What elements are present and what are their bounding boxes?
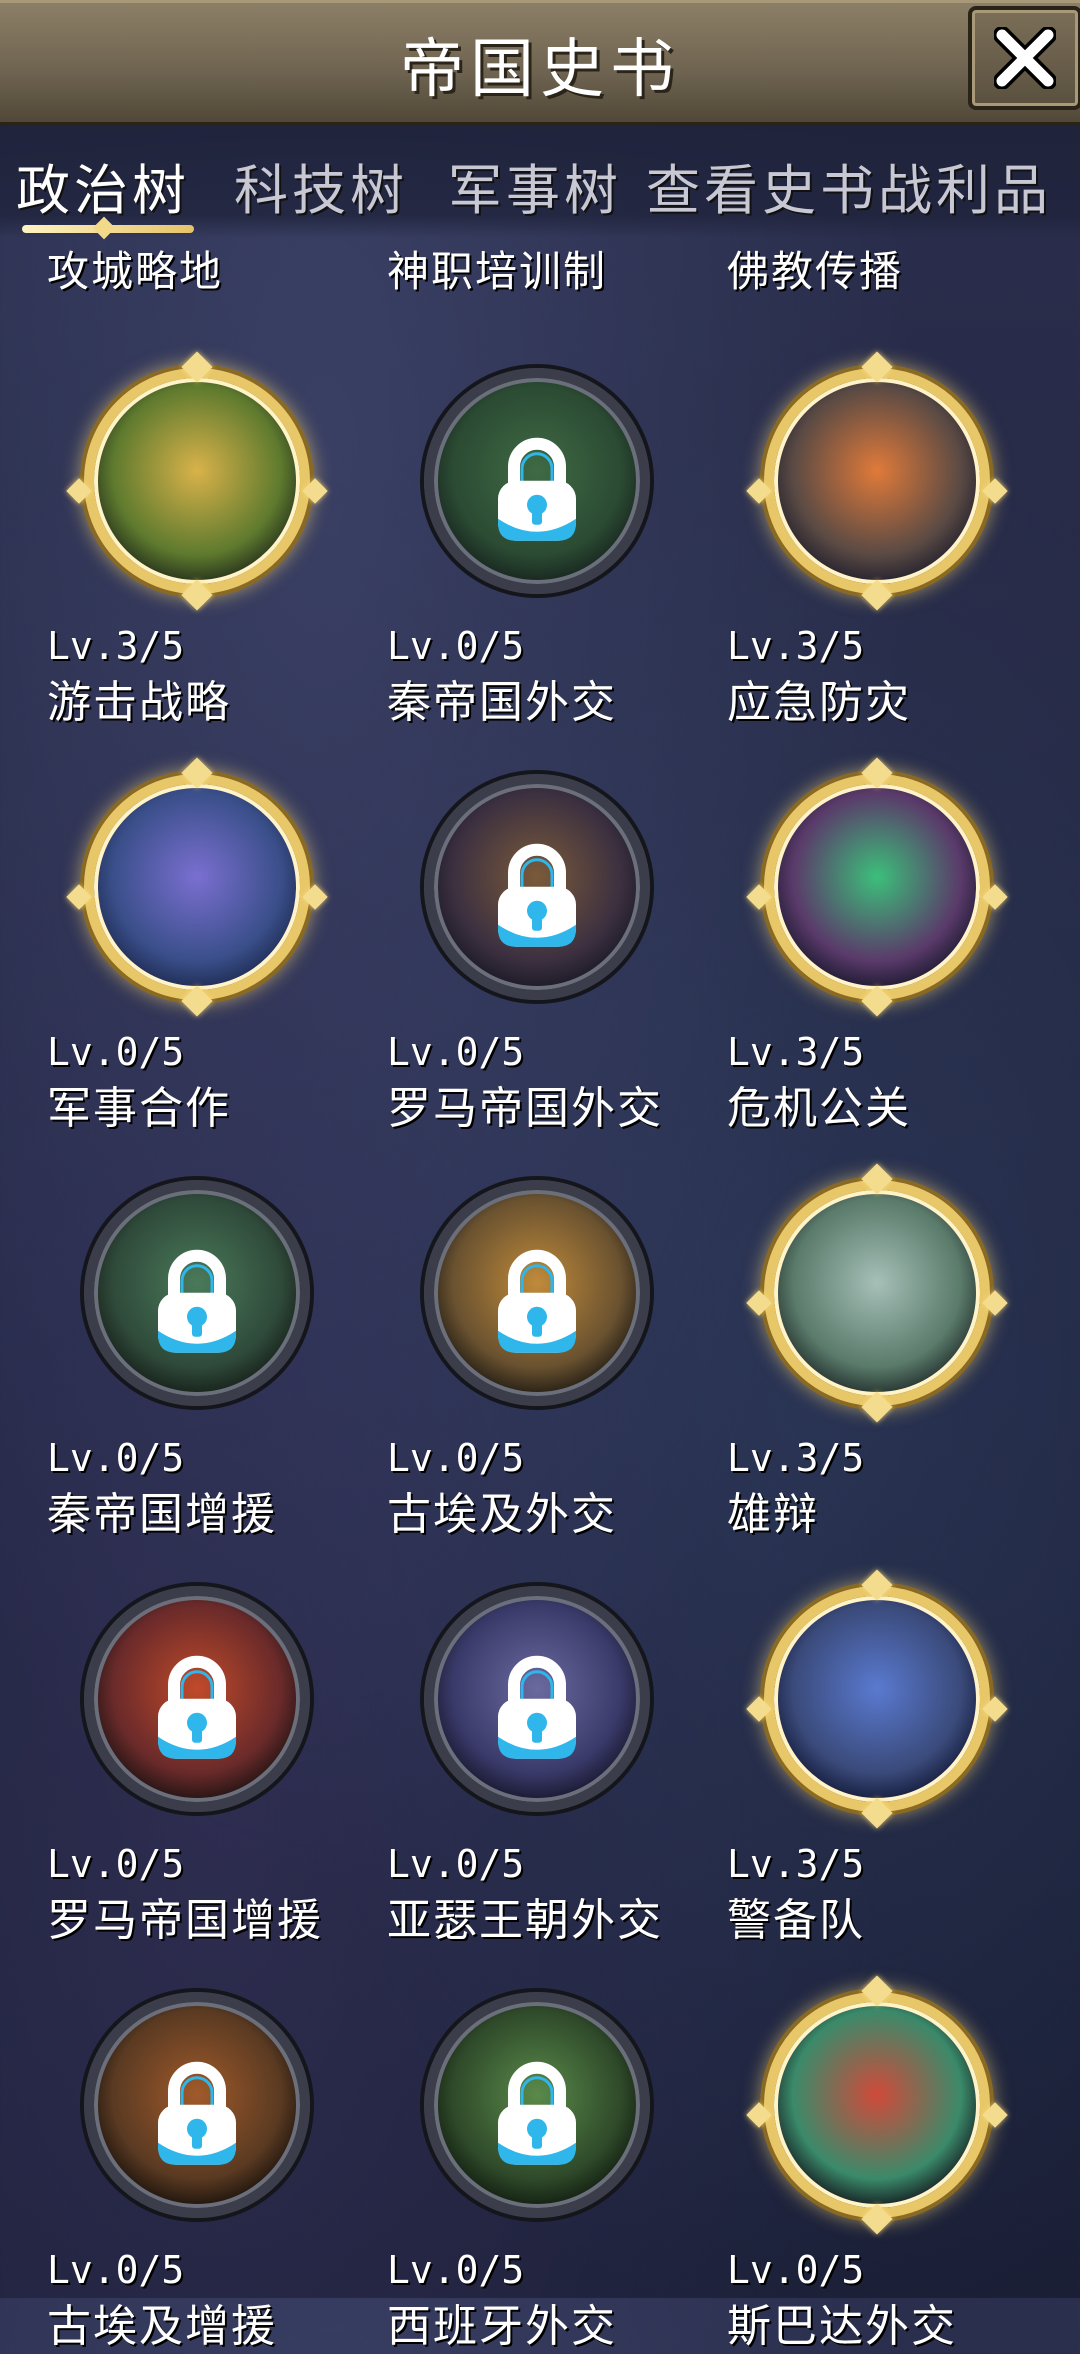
- skill-name: 雄辩: [727, 1489, 819, 1540]
- skill-level: Lv.3/5: [47, 624, 185, 668]
- skill-name: 游击战略: [47, 677, 231, 728]
- skill-badge[interactable]: [746, 774, 1008, 1000]
- skill-level: Lv.0/5: [47, 1030, 185, 1074]
- frame-spike-right: [982, 2102, 1008, 2128]
- skill-name: 古埃及外交: [387, 1489, 617, 1540]
- skill-badge[interactable]: [746, 1586, 1008, 1812]
- title-bar: 帝国史书: [0, 0, 1080, 126]
- skill-badge[interactable]: [746, 1180, 1008, 1406]
- close-button[interactable]: [968, 6, 1080, 110]
- frame-spike-left: [746, 2102, 772, 2128]
- lock-icon: [498, 1249, 576, 1353]
- lock-icon: [158, 1249, 236, 1353]
- skill-level: Lv.0/5: [47, 1842, 185, 1886]
- tab-history-spoils[interactable]: 查看史书战利品: [646, 146, 1052, 225]
- skill-level: Lv.0/5: [47, 2248, 185, 2292]
- skill-name: 应急防灾: [727, 677, 911, 728]
- skill-grid: 攻城略地 神职培训制 佛教传播 Lv.3/5 游击战略 Lv.0/5 秦帝国外交 Lv.…: [0, 238, 1080, 2352]
- skill-name: 西班牙外交: [387, 2301, 617, 2352]
- tab-technology[interactable]: 科技树: [234, 146, 408, 225]
- skill-name: 神职培训制: [387, 247, 608, 296]
- skill-badge-locked[interactable]: [424, 1992, 650, 2218]
- tab-bar: 政治树 科技树 军事树 查看史书战利品: [0, 126, 1080, 240]
- skill-name: 军事合作: [47, 1083, 231, 1134]
- lock-icon: [498, 843, 576, 947]
- frame-spike-right: [982, 1696, 1008, 1722]
- skill-badge[interactable]: [66, 368, 328, 594]
- tab-military[interactable]: 军事树: [448, 146, 622, 225]
- skill-name: 亚瑟王朝外交: [387, 1895, 663, 1946]
- skill-level: Lv.3/5: [727, 624, 865, 668]
- skill-badge-locked[interactable]: [424, 1180, 650, 1406]
- frame-spike-left: [746, 1290, 772, 1316]
- skill-level: Lv.3/5: [727, 1030, 865, 1074]
- skill-level: Lv.0/5: [727, 2248, 865, 2292]
- skill-name: 罗马帝国外交: [387, 1083, 663, 1134]
- skill-level: Lv.0/5: [387, 1030, 525, 1074]
- skill-name: 古埃及增援: [47, 2301, 277, 2352]
- frame-spike-right: [982, 884, 1008, 910]
- skill-level: Lv.0/5: [47, 1436, 185, 1480]
- skill-name: 佛教传播: [727, 247, 904, 296]
- skill-badge-locked[interactable]: [424, 1586, 650, 1812]
- skill-name: 危机公关: [727, 1083, 911, 1134]
- frame-spike-left: [746, 478, 772, 504]
- skill-level: Lv.3/5: [727, 1436, 865, 1480]
- skill-level: Lv.0/5: [387, 624, 525, 668]
- skill-badge-locked[interactable]: [424, 368, 650, 594]
- frame-spike-right: [982, 478, 1008, 504]
- lock-icon: [158, 2061, 236, 2165]
- lock-icon: [158, 1655, 236, 1759]
- skill-level: Lv.0/5: [387, 2248, 525, 2292]
- page-title: 帝国史书: [400, 33, 680, 107]
- skill-name: 秦帝国增援: [47, 1489, 277, 1540]
- skill-name: 警备队: [727, 1895, 865, 1946]
- frame-spike-left: [66, 478, 92, 504]
- skill-name: 攻城略地: [47, 247, 224, 296]
- close-icon: [994, 27, 1056, 89]
- lock-icon: [498, 2061, 576, 2165]
- skill-level: Lv.0/5: [387, 1436, 525, 1480]
- skill-badge-locked[interactable]: [84, 1180, 310, 1406]
- skill-badge-locked[interactable]: [84, 1992, 310, 2218]
- frame-spike-left: [66, 884, 92, 910]
- skill-level: Lv.0/5: [387, 1842, 525, 1886]
- skill-name: 斯巴达外交: [727, 2301, 957, 2352]
- skill-badge[interactable]: [746, 1992, 1008, 2218]
- skill-badge[interactable]: [746, 368, 1008, 594]
- skill-badge-locked[interactable]: [84, 1586, 310, 1812]
- lock-icon: [498, 437, 576, 541]
- skill-name: 秦帝国外交: [387, 677, 617, 728]
- skill-name: 罗马帝国增援: [47, 1895, 323, 1946]
- skill-badge-locked[interactable]: [424, 774, 650, 1000]
- frame-spike-right: [302, 884, 328, 910]
- frame-spike-left: [746, 1696, 772, 1722]
- lock-icon: [498, 1655, 576, 1759]
- frame-spike-right: [302, 478, 328, 504]
- frame-spike-right: [982, 1290, 1008, 1316]
- skill-badge[interactable]: [66, 774, 328, 1000]
- tab-politics[interactable]: 政治树: [16, 146, 190, 225]
- frame-spike-left: [746, 884, 772, 910]
- skill-level: Lv.3/5: [727, 1842, 865, 1886]
